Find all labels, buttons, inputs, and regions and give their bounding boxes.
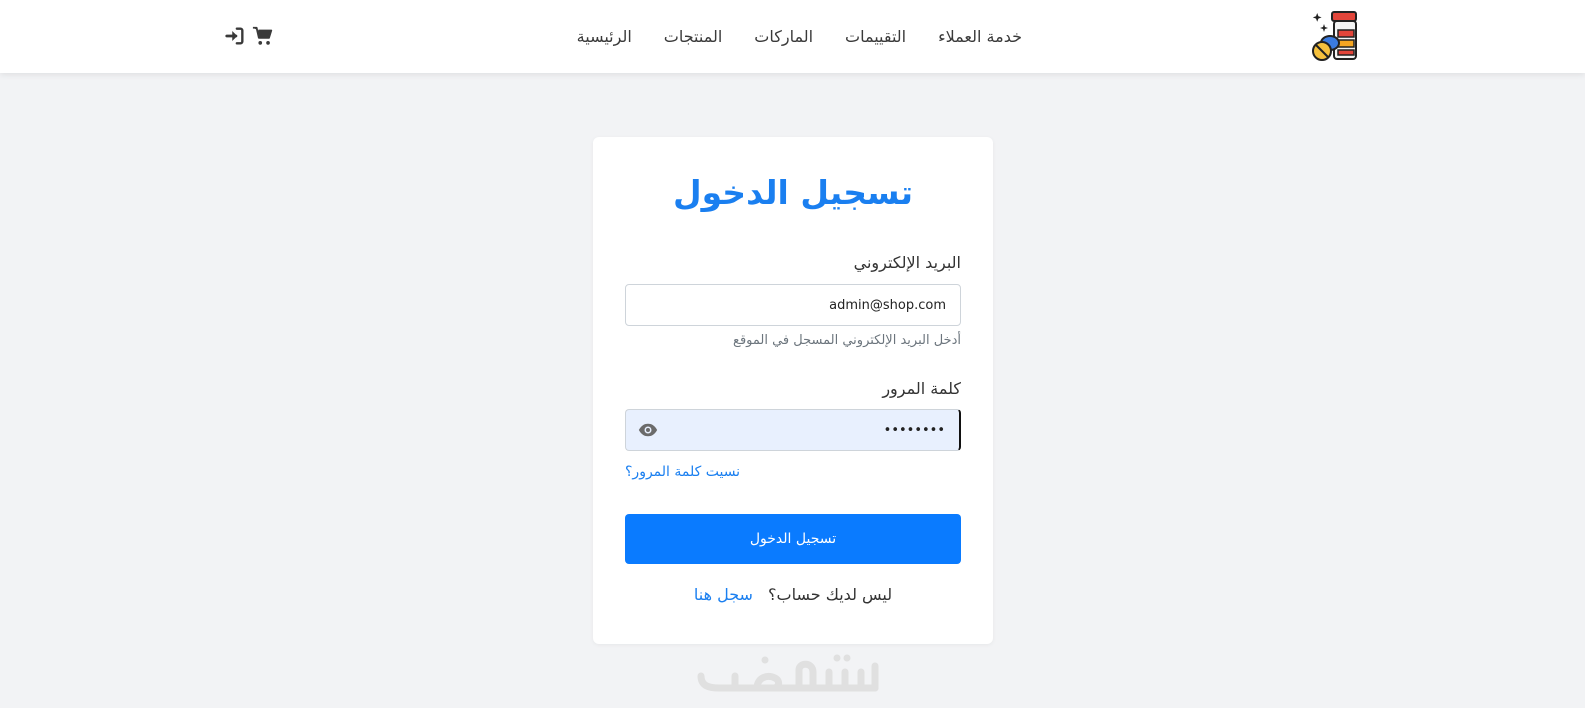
register-link[interactable]: سجل هنا [694,585,753,604]
nav-link-reviews[interactable]: التقييمات [845,27,906,46]
pharmacy-logo-icon[interactable] [1311,10,1361,62]
email-help-text: أدخل البريد الإلكتروني المسجل في الموقع [733,333,961,348]
main-nav: الرئيسية المنتجات الماركات التقييمات خدم… [577,0,1022,73]
login-submit-button[interactable]: تسجيل الدخول [625,514,961,564]
cart-icon[interactable] [252,25,274,47]
nav-icons [224,24,274,48]
nav-link-brands[interactable]: الماركات [754,27,813,46]
register-row: ليس لديك حساب؟ سجل هنا [593,585,993,604]
password-field-wrapper [625,409,961,451]
email-label: البريد الإلكتروني [853,253,961,272]
no-account-text: ليس لديك حساب؟ [768,585,893,604]
nav-link-products[interactable]: المنتجات [664,27,723,46]
password-label: كلمة المرور [882,379,961,398]
nav-link-home[interactable]: الرئيسية [577,27,632,46]
watermark-logo [695,646,887,696]
password-field[interactable] [626,410,959,450]
page-title: تسجيل الدخول [672,173,914,212]
nav-link-customer-service[interactable]: خدمة العملاء [938,27,1022,46]
login-card: تسجيل الدخول البريد الإلكتروني أدخل البر… [593,137,993,644]
email-field[interactable] [626,285,960,325]
forgot-password-link[interactable]: نسيت كلمة المرور؟ [625,464,740,480]
eye-icon[interactable] [638,422,658,438]
navbar: الرئيسية المنتجات الماركات التقييمات خدم… [0,0,1585,73]
email-field-wrapper [625,284,961,326]
login-icon[interactable] [224,25,246,47]
